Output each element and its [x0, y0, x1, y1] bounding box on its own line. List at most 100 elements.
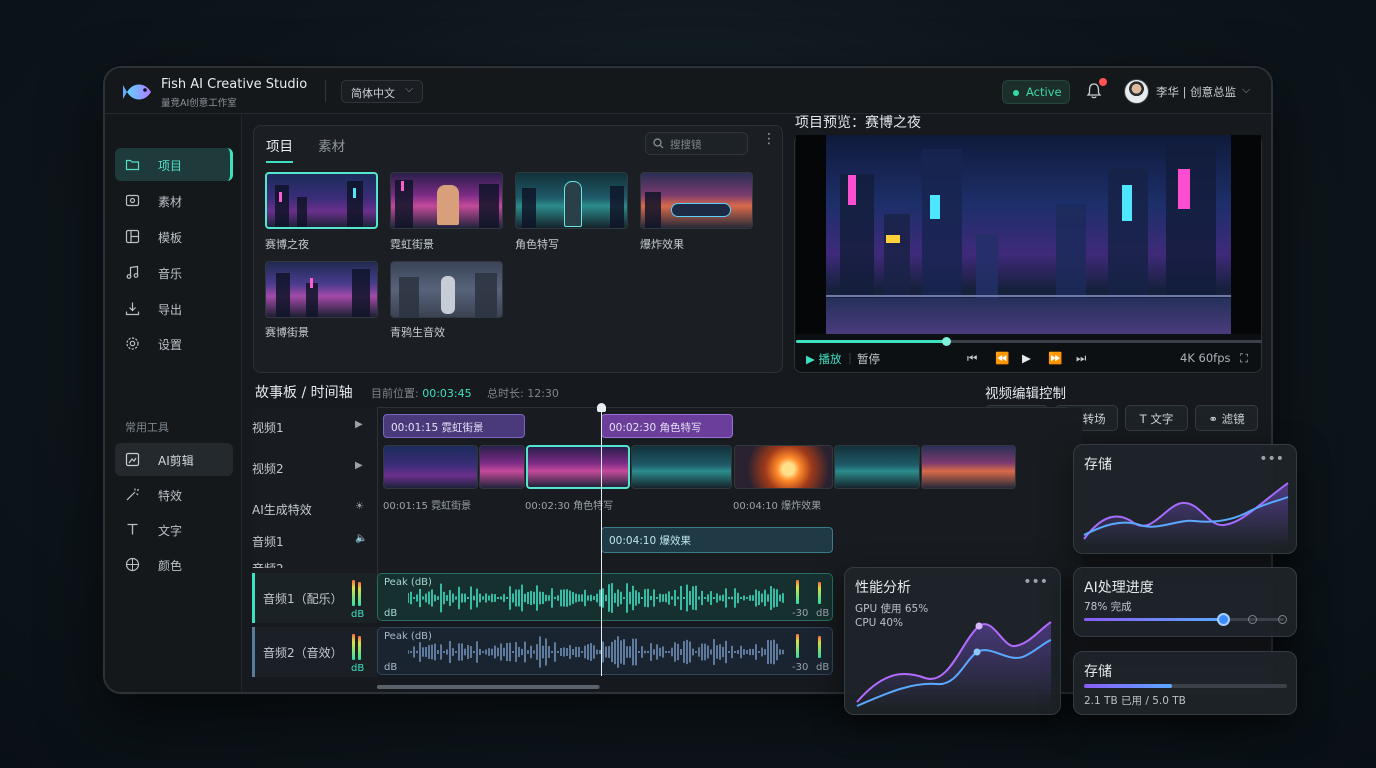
tab-assets[interactable]: 素材	[318, 135, 345, 161]
db-label: dB	[816, 662, 830, 673]
play-icon[interactable]: ▶	[355, 460, 363, 471]
letterbox	[796, 135, 826, 334]
music-icon	[126, 265, 139, 279]
color-icon	[125, 557, 140, 572]
tool-color[interactable]: 颜色	[115, 548, 233, 581]
pause-button[interactable]: 暂停	[857, 351, 880, 367]
speaker-icon[interactable]: 🔈	[355, 533, 367, 544]
avatar[interactable]	[1124, 79, 1149, 104]
sidebar-item-label: 设置	[158, 338, 183, 352]
card-title: 性能分析	[855, 580, 911, 596]
level-meter	[352, 634, 355, 660]
sidebar-item-label: 素材	[158, 195, 183, 209]
more-options-icon[interactable]: •••	[1259, 451, 1284, 467]
play-icon[interactable]: ▶	[355, 419, 363, 430]
thumbnail-character[interactable]	[515, 172, 628, 229]
tool-effects[interactable]: 特效	[115, 478, 233, 511]
sidebar-item-music[interactable]: 音乐	[115, 256, 233, 289]
thumbnail-cyber-night[interactable]	[265, 172, 378, 229]
chevron-down-icon[interactable]: ⌵	[1242, 83, 1250, 97]
language-value: 简体中文	[351, 87, 395, 100]
filter-button[interactable]: ⚭ 滤镜	[1195, 405, 1258, 431]
filmstrip-frame[interactable]	[631, 445, 732, 489]
thumbnail-sound[interactable]	[390, 261, 503, 318]
storage-area-chart	[1083, 482, 1289, 547]
level-meter	[358, 582, 361, 606]
notification-button[interactable]	[1085, 78, 1107, 102]
more-options-icon[interactable]: ⋮	[762, 131, 776, 147]
filmstrip-frame[interactable]	[526, 445, 630, 489]
sidebar: 项目 素材 模板 音乐 导出 设置 常用工具 AI剪辑 特效 文字 颜色	[105, 115, 242, 692]
audio-clip-music[interactable]: Peak (dB) dB -30 dB	[377, 573, 833, 621]
skip-end-icon[interactable]: ⏭	[1076, 351, 1086, 366]
clip-character[interactable]: 00:02:30 角色特写	[601, 414, 733, 438]
video-frame[interactable]	[826, 135, 1231, 334]
rewind-icon[interactable]: ⏪	[995, 351, 1009, 365]
user-name[interactable]: 李华 | 创意总监	[1156, 84, 1236, 100]
card-title: 存储	[1084, 664, 1112, 680]
top-bar: Fish AI Creative Studio 量竞AI创意工作室 简体中文 ⌵…	[105, 68, 1271, 114]
play-button[interactable]: ▶ 播放	[806, 351, 842, 367]
playhead[interactable]	[597, 403, 606, 676]
sidebar-item-export[interactable]: 导出	[115, 292, 233, 325]
ai-progress-status: 78% 完成	[1084, 601, 1132, 613]
letterbox	[1231, 135, 1261, 334]
magic-wand-icon	[126, 488, 139, 501]
step-dot	[1278, 615, 1287, 624]
filmstrip-frame[interactable]	[734, 445, 833, 489]
level-meter	[358, 636, 361, 660]
thumbnail-neon-street[interactable]	[390, 172, 503, 229]
clip-neon-street[interactable]: 00:01:15 霓虹街景	[383, 414, 525, 438]
waveform	[408, 583, 784, 613]
marker-label: 00:01:15 霓虹街景	[383, 501, 472, 512]
tool-ai-edit[interactable]: AI剪辑	[115, 443, 233, 476]
tab-projects[interactable]: 项目	[266, 135, 293, 163]
filter-icon: ⚭	[1208, 412, 1218, 426]
audio-clip-sfx[interactable]: Peak (dB) dB -30 dB	[377, 627, 833, 675]
storage-fill	[1084, 684, 1172, 688]
more-options-icon[interactable]: •••	[1023, 574, 1048, 590]
sidebar-item-settings[interactable]: 设置	[115, 327, 233, 360]
progress-knob[interactable]	[942, 337, 951, 346]
performance-chart	[856, 621, 1052, 708]
text-button[interactable]: T 文字	[1125, 405, 1188, 431]
fullscreen-icon[interactable]: ⛶	[1240, 351, 1248, 366]
sidebar-item-label: 项目	[158, 159, 183, 173]
ai-progress-track	[1084, 613, 1287, 626]
storage-card: 存储 2.1 TB 已用 / 5.0 TB	[1073, 651, 1297, 715]
card-title: 存储	[1084, 457, 1112, 473]
filmstrip-frame[interactable]	[383, 445, 478, 489]
tool-text[interactable]: 文字	[115, 513, 233, 546]
image-icon	[125, 194, 140, 207]
track-audio2: 音频2	[252, 560, 379, 568]
filmstrip-frame[interactable]	[479, 445, 525, 489]
search-input[interactable]: 搜搜镜	[645, 132, 748, 155]
sidebar-item-projects[interactable]: 项目	[115, 148, 233, 181]
scrollbar-thumb[interactable]	[377, 685, 599, 689]
level-meter	[818, 582, 821, 604]
language-select[interactable]: 简体中文 ⌵	[341, 80, 423, 103]
sun-icon[interactable]: ☀	[355, 501, 364, 512]
template-icon	[125, 229, 140, 244]
filmstrip-frame[interactable]	[921, 445, 1016, 489]
sidebar-item-assets[interactable]: 素材	[115, 184, 233, 217]
play-icon[interactable]: ▶	[1022, 351, 1031, 365]
ai-progress-card: AI处理进度 78% 完成	[1073, 567, 1297, 637]
thumbnail-label: 青鸦生音效	[390, 326, 445, 339]
horizontal-scrollbar[interactable]	[377, 685, 600, 689]
meter-value: -30	[792, 608, 809, 619]
track-audio2-sfx: 音频2（音效）	[263, 646, 343, 660]
thumbnail-cyber-street[interactable]	[265, 261, 378, 318]
skip-start-icon[interactable]: ⏮	[967, 351, 977, 366]
playback-progress[interactable]	[796, 337, 1262, 346]
timeline-duration: 总时长: 12:30	[487, 385, 559, 401]
level-meter	[352, 580, 355, 606]
thumbnail-label: 角色特写	[515, 238, 559, 251]
filmstrip-frame[interactable]	[834, 445, 920, 489]
clip-audio-explosion[interactable]: 00:04:10 爆效果	[601, 527, 833, 553]
fast-forward-icon[interactable]: ⏩	[1048, 351, 1062, 365]
playhead-handle[interactable]	[597, 403, 606, 412]
notification-badge	[1099, 78, 1107, 86]
sidebar-item-templates[interactable]: 模板	[115, 220, 233, 253]
thumbnail-explosion[interactable]	[640, 172, 753, 229]
